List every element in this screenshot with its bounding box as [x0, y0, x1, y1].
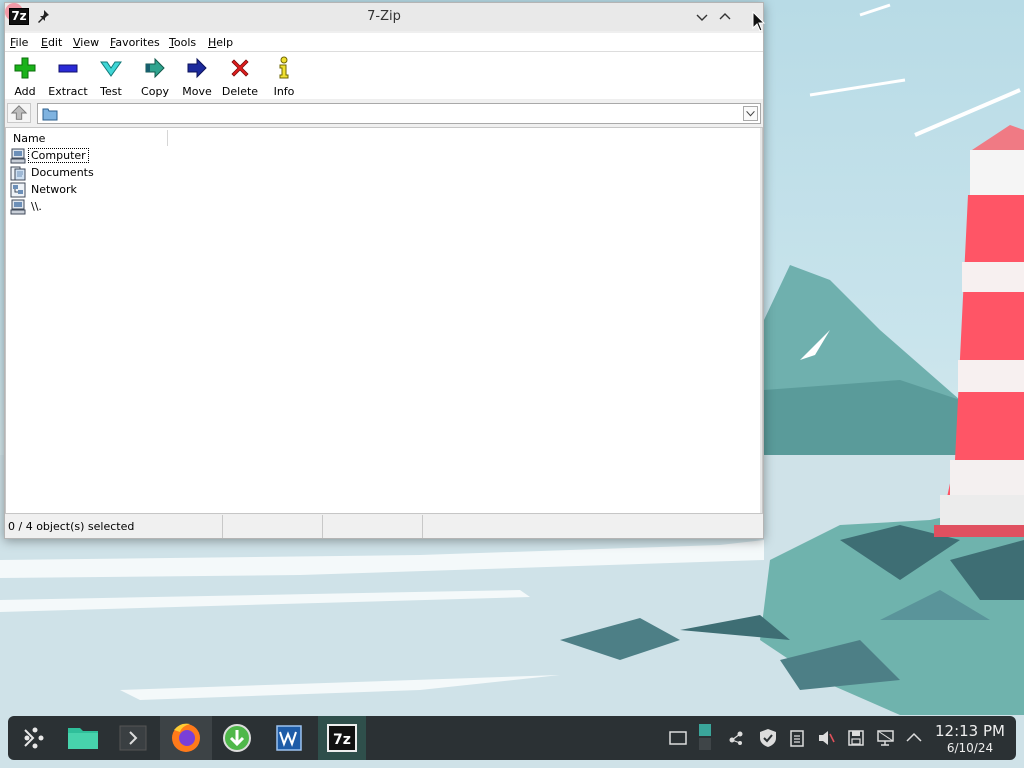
svg-text:7z: 7z	[333, 732, 351, 748]
address-bar	[5, 100, 763, 126]
clipboard-icon[interactable]	[787, 728, 807, 748]
title-bar[interactable]: 7z 7-Zip	[5, 3, 763, 31]
delete-button[interactable]: Delete	[218, 56, 262, 98]
list-item-label: \\.	[31, 200, 42, 213]
network-icon	[10, 182, 26, 198]
status-bar: 0 / 4 object(s) selected	[5, 515, 763, 538]
window-title: 7-Zip	[367, 9, 401, 24]
column-header-name[interactable]: Name	[8, 130, 168, 146]
check-icon	[100, 61, 122, 77]
taskbar-file-manager[interactable]	[60, 716, 106, 760]
taskbar-vm-app[interactable]	[266, 716, 312, 760]
status-cell-3	[323, 515, 423, 538]
list-item-documents[interactable]: Documents	[10, 165, 210, 181]
disk-save-icon[interactable]	[846, 728, 866, 748]
7zip-window[interactable]: 7z 7-Zip File Edit View Favorites Tools …	[4, 2, 764, 539]
path-input[interactable]	[37, 103, 761, 124]
up-folder-button[interactable]	[7, 103, 31, 123]
firefox-icon	[172, 723, 200, 752]
list-item-label: Documents	[31, 166, 94, 179]
documents-icon	[10, 166, 26, 181]
test-label: Test	[100, 85, 122, 98]
list-border	[760, 128, 762, 513]
taskbar: 7z 12:13 PM 6/10/24	[8, 716, 1016, 760]
terminal-icon	[119, 725, 147, 751]
computer-icon	[10, 148, 26, 164]
status-selection: 0 / 4 object(s) selected	[5, 515, 223, 538]
file-list[interactable]: Name Computer Documents Network \\.	[5, 127, 763, 514]
pager-icon[interactable]	[696, 723, 716, 753]
list-item-device[interactable]: \\.	[10, 199, 210, 215]
taskbar-7zip[interactable]: 7z	[318, 716, 366, 760]
clock-date[interactable]: 6/10/24	[934, 741, 1006, 755]
download-icon	[223, 724, 251, 752]
status-cell-4	[423, 515, 763, 538]
list-item-label: Computer	[28, 148, 89, 163]
virtual-machine-icon	[276, 725, 302, 751]
list-item-label: Network	[31, 183, 77, 196]
menu-edit[interactable]: Edit	[41, 36, 62, 49]
kde-connect-icon[interactable]	[726, 728, 746, 748]
copy-button[interactable]: Copy	[133, 56, 177, 98]
7zip-taskbar-icon: 7z	[327, 724, 357, 752]
info-button[interactable]: Info	[262, 56, 306, 98]
volume-muted-icon[interactable]	[816, 728, 836, 748]
taskbar-terminal[interactable]	[110, 716, 156, 760]
move-arrow-icon	[187, 57, 207, 79]
copy-arrow-icon	[145, 57, 165, 79]
add-label: Add	[14, 85, 36, 98]
menu-help[interactable]: Help	[208, 36, 233, 49]
menu-bar: File Edit View Favorites Tools Help	[5, 33, 763, 51]
test-button[interactable]: Test	[89, 56, 133, 98]
show-desktop-icon[interactable]	[668, 728, 688, 748]
menu-tools[interactable]: Tools	[169, 36, 196, 49]
add-button[interactable]: Add	[3, 56, 47, 98]
minus-icon	[58, 64, 78, 73]
chevron-down-icon	[746, 110, 755, 117]
toolbar: Add Extract Test Copy Move Delete Info	[5, 51, 763, 99]
network-status-icon[interactable]	[876, 728, 896, 748]
chevron-up-icon[interactable]	[904, 728, 924, 748]
mouse-cursor-icon	[752, 11, 766, 32]
extract-button[interactable]: Extract	[46, 56, 90, 98]
info-icon	[279, 56, 289, 79]
launcher-icon	[24, 727, 44, 749]
menu-view[interactable]: View	[73, 36, 99, 49]
clock-time[interactable]: 12:13 PM	[934, 722, 1006, 740]
taskbar-firefox[interactable]	[160, 716, 212, 760]
menu-file[interactable]: File	[10, 36, 28, 49]
list-item-computer[interactable]: Computer	[10, 148, 210, 164]
move-button[interactable]: Move	[175, 56, 219, 98]
delete-label: Delete	[221, 85, 259, 98]
plus-icon	[14, 57, 36, 79]
menu-favorites[interactable]: Favorites	[110, 36, 160, 49]
copy-label: Copy	[141, 85, 169, 98]
folder-manager-icon	[68, 728, 98, 749]
folder-icon	[42, 108, 58, 121]
minimize-icon[interactable]	[693, 8, 711, 26]
extract-label: Extract	[48, 85, 88, 98]
list-item-network[interactable]: Network	[10, 182, 210, 198]
delete-x-icon	[231, 59, 249, 77]
up-arrow-icon	[10, 105, 28, 120]
maximize-icon[interactable]	[716, 8, 734, 26]
device-icon	[10, 199, 26, 215]
move-label: Move	[182, 85, 212, 98]
info-label: Info	[273, 85, 295, 98]
status-cell-2	[223, 515, 323, 538]
path-dropdown-button[interactable]	[743, 106, 758, 121]
security-shield-icon[interactable]	[758, 728, 778, 748]
app-launcher-button[interactable]	[10, 716, 56, 760]
taskbar-download-manager[interactable]	[214, 716, 260, 760]
